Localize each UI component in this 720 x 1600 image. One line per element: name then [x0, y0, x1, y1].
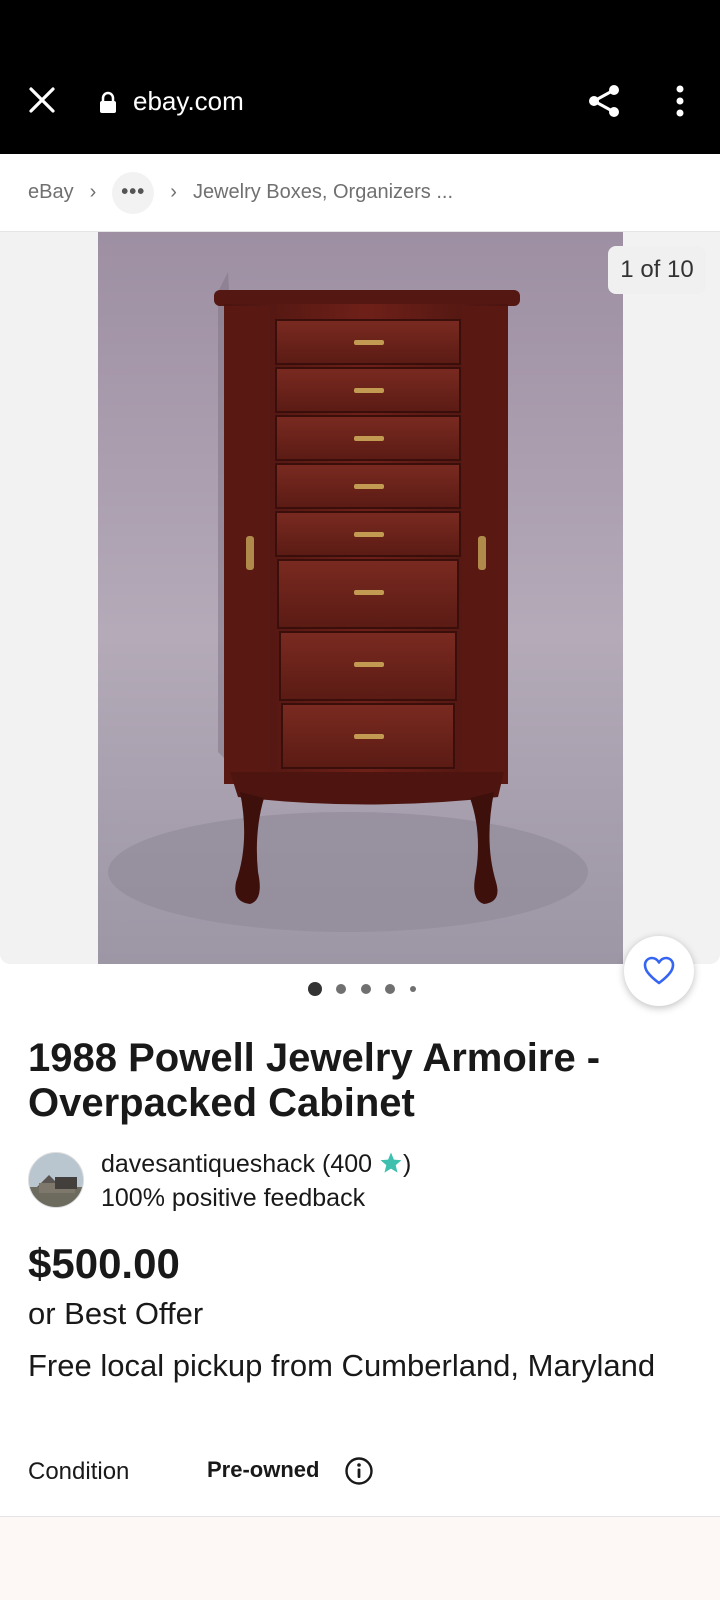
- condition-value: Pre-owned: [207, 1457, 320, 1482]
- condition-row: Condition Pre-owned: [28, 1452, 688, 1492]
- ellipsis-icon[interactable]: •••: [112, 171, 155, 214]
- condition-label: Condition: [28, 1458, 130, 1485]
- pagination-dot[interactable]: [361, 984, 371, 994]
- breadcrumb-category[interactable]: Jewelry Boxes, Organizers ...: [193, 181, 453, 204]
- seller-name-line: davesantiqueshack (400 ): [101, 1150, 411, 1179]
- pagination-dot[interactable]: [336, 984, 346, 994]
- gallery-pagination: [0, 981, 720, 997]
- info-icon[interactable]: [344, 1456, 374, 1486]
- status-bar: [0, 0, 720, 50]
- more-vertical-icon[interactable]: [665, 83, 695, 119]
- browser-url-bar: ebay.com: [0, 50, 720, 154]
- seller-feedback: 100% positive feedback: [101, 1184, 366, 1212]
- pagination-dot[interactable]: [385, 984, 395, 994]
- chevron-right-icon: ›: [170, 181, 177, 203]
- best-offer-label: or Best Offer: [28, 1296, 204, 1331]
- pagination-dot-active[interactable]: [308, 982, 322, 996]
- price: $500.00: [28, 1240, 180, 1287]
- jewelry-armoire-photo[interactable]: [98, 232, 623, 964]
- seller-rating-close: ): [403, 1150, 412, 1178]
- seller-name[interactable]: davesantiqueshack: [101, 1150, 315, 1178]
- pagination-dot[interactable]: [410, 986, 416, 992]
- avatar[interactable]: [28, 1152, 84, 1208]
- seller-info[interactable]: davesantiqueshack (400 ) 100% positive f…: [28, 1150, 688, 1222]
- breadcrumb-ebay[interactable]: eBay: [28, 181, 74, 204]
- url-domain[interactable]: ebay.com: [133, 86, 244, 117]
- chevron-right-icon: ›: [89, 181, 97, 203]
- star-icon: [380, 1152, 402, 1173]
- image-counter: 1 of 10: [608, 246, 706, 294]
- listing-title: 1988 Powell Jewelry Armoire - Overpacked…: [28, 1036, 601, 1125]
- lock-icon: [100, 91, 116, 113]
- bottom-section: [0, 1516, 720, 1600]
- share-icon[interactable]: [586, 83, 622, 119]
- pickup-info: Free local pickup from Cumberland, Maryl…: [28, 1348, 656, 1383]
- breadcrumb: eBay › ••• › Jewelry Boxes, Organizers .…: [0, 154, 720, 232]
- seller-rating-count: (400: [322, 1150, 373, 1178]
- image-gallery[interactable]: 1 of 10: [0, 232, 720, 964]
- close-icon[interactable]: [26, 84, 58, 116]
